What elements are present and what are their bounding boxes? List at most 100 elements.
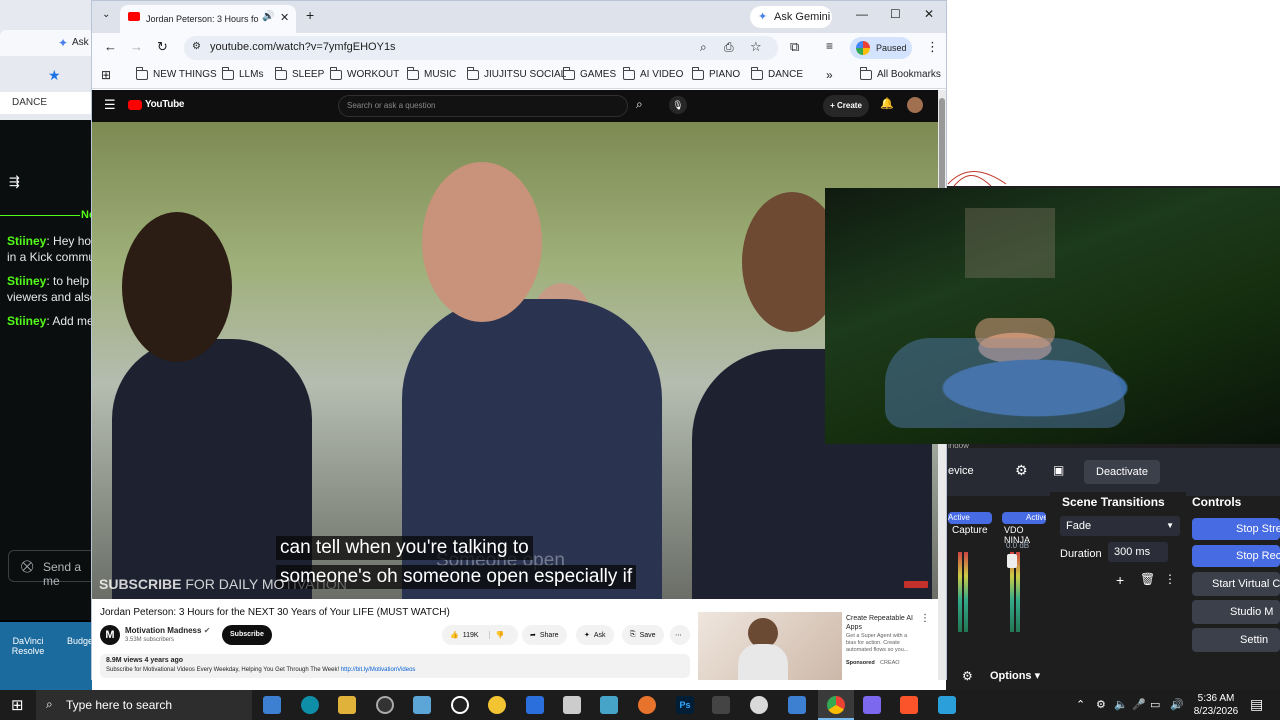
all-bookmarks[interactable]: All Bookmarks — [859, 66, 941, 80]
maximize-icon[interactable]: ☐ — [890, 7, 901, 21]
deactivate-button[interactable]: Deactivate — [1084, 460, 1160, 484]
app-icon-round[interactable] — [750, 696, 768, 714]
start-virtual-camera-button[interactable]: Start Virtual Ca — [1192, 572, 1280, 596]
channel-name[interactable]: Motivation Madness ✔ — [125, 626, 210, 635]
minimize-icon[interactable]: — — [856, 7, 868, 21]
chat-send-input[interactable]: ⛒ Send a me — [8, 550, 92, 588]
close-window-icon[interactable]: ✕ — [924, 7, 934, 21]
task-view-icon[interactable] — [263, 696, 281, 714]
bookmark-dance[interactable]: DANCE — [750, 66, 803, 80]
site-info-icon[interactable]: ⚙ — [192, 41, 201, 52]
app-icon-network[interactable] — [600, 696, 618, 714]
youtube-logo[interactable]: YouTube — [128, 99, 185, 110]
notifications-bell-icon[interactable]: 🔔 — [880, 97, 894, 110]
desktop-icon-davinci[interactable]: DaVinci Resolve — [8, 636, 48, 656]
new-tab-icon[interactable]: + — [306, 7, 314, 23]
search-icon[interactable]: ⌕ — [636, 97, 643, 112]
bookmark-llms[interactable]: LLMs — [221, 66, 263, 80]
docs-icon[interactable] — [526, 696, 544, 714]
app-icon-circle[interactable] — [376, 696, 394, 714]
cast-icon[interactable]: ⎙ — [724, 40, 734, 55]
save-button[interactable]: ⎘ Save — [622, 625, 664, 645]
volume-icon[interactable]: 🔈 — [1114, 698, 1128, 711]
taskbar-search-input[interactable]: ⌕ Type here to search — [36, 690, 252, 720]
edge-icon[interactable] — [301, 696, 319, 714]
more-icon[interactable]: ⋮ — [1164, 572, 1176, 586]
microphone-icon[interactable]: 🎙 — [669, 96, 687, 114]
file-explorer-icon[interactable] — [338, 696, 356, 714]
description-box[interactable]: 8.9M views 4 years ago Subscribe for Mot… — [100, 654, 690, 678]
tab-youtube[interactable]: Jordan Peterson: 3 Hours fo 🔊 ✕ — [120, 5, 296, 33]
background-bookmark-dance[interactable]: DANCE — [0, 92, 92, 114]
video-player[interactable]: Someone open can tell when you're talkin… — [92, 122, 938, 599]
channel-avatar[interactable]: M — [100, 625, 120, 645]
create-button[interactable]: + Create — [823, 95, 869, 117]
app-icon-window[interactable] — [788, 696, 806, 714]
extensions-icon[interactable]: ⧉ — [790, 39, 799, 55]
options-button[interactable]: Options ▾ — [980, 665, 1062, 687]
app-icon-w[interactable] — [938, 696, 956, 714]
ad-menu-icon[interactable]: ⋮ — [920, 613, 930, 624]
volume-slider-handle[interactable] — [1007, 554, 1017, 568]
davinci-icon[interactable] — [712, 696, 730, 714]
reading-list-icon[interactable]: ≡ — [826, 39, 833, 53]
gear-icon[interactable]: ⚙ — [962, 669, 973, 683]
bookmark-games[interactable]: GAMES — [562, 66, 616, 80]
tab-search-icon[interactable]: ⌄ — [102, 9, 110, 20]
bookmark-jiujitsu-social[interactable]: JIUJITSU SOCIAL — [466, 66, 566, 80]
back-icon[interactable]: ← — [104, 39, 117, 54]
network-icon[interactable]: ▭ — [1150, 698, 1160, 711]
ask-gemini-button[interactable]: ✦ Ask Gemini — [750, 6, 832, 28]
channel-watermark-icon[interactable] — [904, 581, 928, 588]
share-button[interactable]: ➦ Share — [522, 625, 567, 645]
star-icon[interactable]: ★ — [48, 67, 61, 84]
chat-emote-icon[interactable]: ⛒ — [21, 559, 33, 574]
microphone-tray-icon[interactable]: 🎤 — [1132, 698, 1146, 711]
gear-icon[interactable]: ⚙ — [1015, 462, 1028, 479]
address-bar[interactable]: ⚙ youtube.com/watch?v=7ymfgEHOY1s ⌕ ⎙ ☆ — [184, 36, 778, 60]
zoom-icon[interactable]: ⌕ — [700, 40, 707, 55]
subscribe-button[interactable]: Subscribe — [222, 625, 272, 645]
speaker-tray-icon[interactable]: 🔊 — [1170, 698, 1184, 711]
ad-title[interactable]: Create Repeatable AI Apps — [846, 614, 918, 632]
bookmark-sleep[interactable]: SLEEP — [274, 66, 324, 80]
properties-icon[interactable]: ▣ — [1053, 463, 1064, 477]
speaker-icon[interactable]: 🔊 — [262, 11, 274, 22]
like-button[interactable]: 👍 119K 👎 — [442, 625, 518, 645]
app-icon-blue[interactable] — [413, 696, 431, 714]
reload-icon[interactable]: ↻ — [157, 39, 168, 55]
description-link[interactable]: http://bit.ly/MotivationVideos — [341, 667, 416, 673]
brave-icon[interactable] — [900, 696, 918, 714]
expand-chat-icon[interactable]: ⇶ — [9, 174, 20, 190]
ask-button[interactable]: ✦ Ask — [576, 625, 614, 645]
bookmark-piano[interactable]: PIANO — [691, 66, 740, 80]
more-actions-button[interactable]: ⋯ — [670, 625, 690, 645]
youtube-search-input[interactable]: Search or ask a question — [338, 95, 628, 117]
taskbar-clock[interactable]: 5:36 AM 8/23/2026 — [1188, 692, 1244, 718]
photoshop-icon[interactable]: Ps — [676, 696, 694, 714]
studio-mode-button[interactable]: Studio M — [1192, 600, 1280, 624]
trash-icon[interactable]: 🗑 — [1140, 572, 1155, 586]
stop-recording-button[interactable]: Stop Reco — [1192, 545, 1280, 567]
chrome-menu-icon[interactable]: ⋮ — [926, 39, 939, 55]
add-transition-icon[interactable]: + — [1116, 572, 1124, 588]
bookmark-music[interactable]: MUSIC — [406, 66, 456, 80]
settings-button[interactable]: Settin — [1192, 628, 1280, 652]
bulb-app-icon[interactable] — [488, 696, 506, 714]
avatar[interactable] — [907, 97, 923, 113]
bookmark-star-icon[interactable]: ☆ — [750, 39, 762, 55]
background-tab[interactable]: ✦ Ask — [0, 30, 92, 56]
app-icon-gear[interactable] — [563, 696, 581, 714]
tray-chevron-icon[interactable]: ⌃ — [1076, 698, 1085, 711]
app-icon-vee[interactable] — [863, 696, 881, 714]
bookmark-new-things[interactable]: NEW THINGS — [135, 66, 217, 80]
transition-select[interactable]: Fade ▼ — [1060, 516, 1180, 536]
notification-center-icon[interactable]: ▤ — [1250, 696, 1263, 713]
hamburger-menu-icon[interactable]: ☰ — [104, 97, 116, 113]
firefox-icon[interactable] — [638, 696, 656, 714]
profile-paused-button[interactable]: Paused — [850, 37, 912, 59]
taskbar-chrome-active[interactable] — [818, 690, 854, 720]
apps-grid-icon[interactable]: ⊞ — [101, 68, 111, 82]
bookmark-workout[interactable]: WORKOUT — [329, 66, 399, 80]
obs-icon[interactable] — [451, 696, 469, 714]
